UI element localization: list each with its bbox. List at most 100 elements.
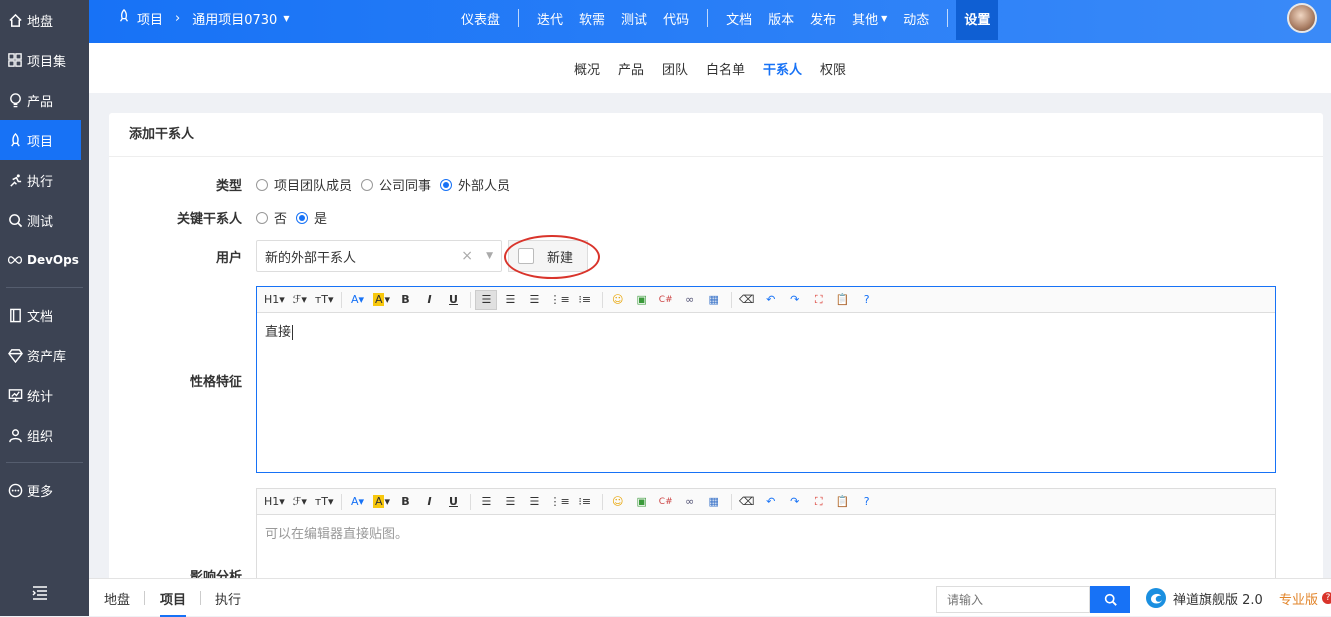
sidebar-item-label: 更多	[27, 484, 54, 500]
project-switcher[interactable]: 通用项目0730	[192, 9, 277, 28]
align-right-icon[interactable]: ☰	[523, 290, 545, 310]
align-left-icon[interactable]: ☰	[475, 289, 498, 310]
type-option-team[interactable]: 项目团队成员	[256, 175, 352, 194]
tab-stakeholders[interactable]: 干系人	[754, 59, 811, 78]
ordered-list-icon[interactable]: ⋮≡	[547, 290, 571, 310]
unordered-list-icon[interactable]: ⁝≡	[574, 492, 596, 512]
redo-icon[interactable]: ↷	[784, 492, 806, 512]
sidebar-item-label: 统计	[27, 389, 54, 405]
sidebar-item-program[interactable]: 项目集	[0, 40, 89, 80]
image-icon[interactable]: ▣	[631, 290, 653, 310]
nav-dashboard[interactable]: 仪表盘	[453, 0, 508, 36]
sidebar-item-company[interactable]: 组织	[0, 415, 89, 455]
undo-icon[interactable]: ↶	[760, 290, 782, 310]
bold-icon[interactable]: B	[394, 492, 416, 512]
sidebar-item-assetlib[interactable]: 资产库	[0, 335, 89, 375]
tab-products[interactable]: 产品	[609, 59, 653, 78]
sidebar-item-project[interactable]: 项目	[0, 120, 81, 160]
nav-test[interactable]: 测试	[613, 0, 655, 36]
font-size-button[interactable]: тT ▾	[313, 290, 336, 310]
nav-release[interactable]: 发布	[802, 0, 844, 36]
align-center-icon[interactable]: ☰	[499, 290, 521, 310]
unordered-list-icon[interactable]: ⁝≡	[574, 290, 596, 310]
eraser-icon[interactable]: ⌫	[736, 290, 758, 310]
tab-team[interactable]: 团队	[653, 59, 697, 78]
emoji-icon[interactable]: ☺	[607, 290, 629, 310]
emoji-icon[interactable]: ☺	[607, 492, 629, 512]
font-color-icon[interactable]: A▾	[346, 290, 368, 310]
edition-link[interactable]: 专业版 ?	[1279, 579, 1331, 617]
sidebar-item-execution[interactable]: 执行	[0, 160, 89, 200]
nav-doc[interactable]: 文档	[718, 0, 760, 36]
sidebar-item-dashboard[interactable]: 地盘	[0, 0, 89, 40]
font-size-button[interactable]: тT ▾	[313, 492, 336, 512]
nature-editor-content[interactable]: 直接	[257, 313, 1275, 348]
search-button[interactable]	[1090, 586, 1130, 613]
sidebar-item-qa[interactable]: 测试	[0, 200, 89, 240]
italic-icon[interactable]: I	[418, 492, 440, 512]
heading-button[interactable]: H1 ▾	[262, 492, 287, 512]
nav-dynamic[interactable]: 动态	[895, 0, 937, 36]
sidebar-item-doc[interactable]: 文档	[0, 295, 89, 335]
underline-icon[interactable]: U	[442, 290, 464, 310]
analysis-editor-content[interactable]: 可以在编辑器直接贴图。	[257, 515, 1275, 550]
search-input[interactable]	[936, 586, 1090, 613]
eraser-icon[interactable]: ⌫	[736, 492, 758, 512]
nav-other[interactable]: 其他 ▼	[844, 0, 895, 36]
font-color-icon[interactable]: A▾	[346, 492, 368, 512]
type-option-outside[interactable]: 外部人员	[440, 175, 510, 194]
fullscreen-icon[interactable]: ⛶	[808, 290, 830, 310]
align-center-icon[interactable]: ☰	[499, 492, 521, 512]
sidebar-item-product[interactable]: 产品	[0, 80, 89, 120]
bottom-tab-project[interactable]: 项目	[160, 579, 187, 617]
tab-whitelist[interactable]: 白名单	[697, 59, 754, 78]
key-option-yes[interactable]: 是	[296, 208, 327, 227]
undo-icon[interactable]: ↶	[760, 492, 782, 512]
menu-collapse-icon[interactable]	[32, 585, 48, 604]
bottom-tab-dashboard[interactable]: 地盘	[104, 579, 130, 617]
fullscreen-icon[interactable]: ⛶	[808, 492, 830, 512]
source-icon[interactable]: 📋	[832, 290, 854, 310]
redo-icon[interactable]: ↷	[784, 290, 806, 310]
tab-overview[interactable]: 概况	[565, 59, 609, 78]
nav-requirement[interactable]: 软需	[571, 0, 613, 36]
type-option-company[interactable]: 公司同事	[361, 175, 431, 194]
highlight-icon[interactable]: A ▾	[370, 290, 392, 310]
sidebar-item-more[interactable]: 更多	[0, 470, 89, 510]
avatar[interactable]	[1287, 3, 1317, 33]
code-icon[interactable]: C#	[655, 492, 677, 512]
tab-permissions[interactable]: 权限	[811, 59, 855, 78]
font-family-button[interactable]: ℱ ▾	[289, 492, 311, 512]
help-icon[interactable]: ?	[856, 492, 878, 512]
align-right-icon[interactable]: ☰	[523, 492, 545, 512]
bold-icon[interactable]: B	[394, 290, 416, 310]
table-icon[interactable]: ▦	[703, 290, 725, 310]
user-select[interactable]: 新的外部干系人 × ▼	[256, 240, 502, 272]
people-icon	[7, 427, 23, 443]
brand[interactable]: 禅道旗舰版 2.0	[1145, 579, 1263, 617]
nav-build[interactable]: 版本	[760, 0, 802, 36]
breadcrumb-module[interactable]: 项目	[137, 9, 163, 28]
help-icon[interactable]: ?	[856, 290, 878, 310]
font-family-button[interactable]: ℱ ▾	[289, 290, 311, 310]
code-icon[interactable]: C#	[655, 290, 677, 310]
bottom-tab-execution[interactable]: 执行	[215, 579, 241, 617]
table-icon[interactable]: ▦	[703, 492, 725, 512]
sidebar-item-report[interactable]: 统计	[0, 375, 89, 415]
nav-settings[interactable]: 设置	[956, 0, 999, 40]
italic-icon[interactable]: I	[418, 290, 440, 310]
image-icon[interactable]: ▣	[631, 492, 653, 512]
source-icon[interactable]: 📋	[832, 492, 854, 512]
underline-icon[interactable]: U	[442, 492, 464, 512]
sidebar-item-devops[interactable]: DevOps	[0, 240, 89, 280]
link-icon[interactable]: ∞	[679, 290, 701, 310]
nav-code[interactable]: 代码	[655, 0, 697, 36]
highlight-icon[interactable]: A ▾	[370, 492, 392, 512]
clear-icon[interactable]: ×	[461, 248, 473, 264]
link-icon[interactable]: ∞	[679, 492, 701, 512]
ordered-list-icon[interactable]: ⋮≡	[547, 492, 571, 512]
align-left-icon[interactable]: ☰	[475, 492, 497, 512]
nav-iteration[interactable]: 迭代	[529, 0, 571, 36]
heading-button[interactable]: H1 ▾	[262, 290, 287, 310]
key-option-no[interactable]: 否	[256, 208, 287, 227]
